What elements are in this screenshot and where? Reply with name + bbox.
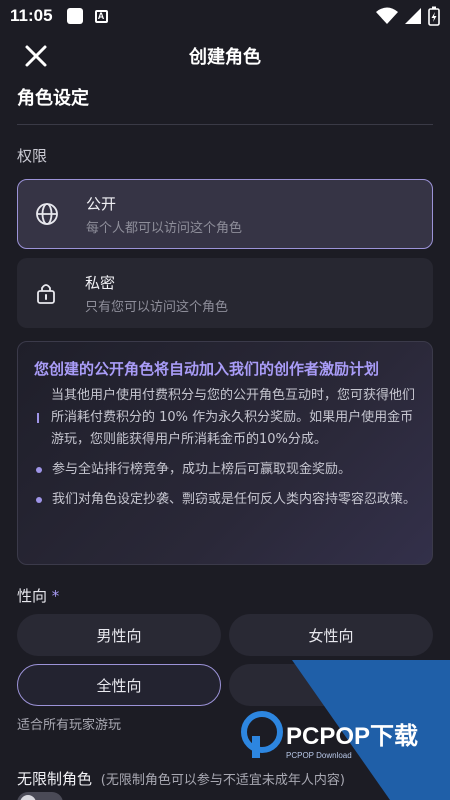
orientation-female-button[interactable]: 女性向 <box>229 614 433 656</box>
orientation-male-button[interactable]: 男性向 <box>17 614 221 656</box>
permission-desc: 只有您可以访问这个角色 <box>85 299 229 315</box>
permission-option-public[interactable]: 公开 每个人都可以访问这个角色 <box>17 179 433 249</box>
divider <box>17 124 433 125</box>
close-icon[interactable] <box>22 42 50 70</box>
watermark-brand: PCPOP下载 <box>286 723 418 750</box>
creator-incentive-info: 您创建的公开角色将自动加入我们的创作者激励计划 当其他用户使用付费积分与您的公开… <box>17 341 433 565</box>
unlimited-role-row: 无限制角色 (无限制角色可以参与不适宜未成年人内容) <box>17 768 345 789</box>
orientation-all-button[interactable]: 全性向 <box>17 664 221 706</box>
top-bar: 创建角色 <box>0 32 450 80</box>
status-icons <box>376 6 440 26</box>
page-title: 创建角色 <box>189 47 261 68</box>
orientation-label: 性向 * <box>17 587 60 605</box>
notification-icon <box>66 8 83 24</box>
globe-icon <box>36 203 58 225</box>
permission-label: 权限 <box>17 147 48 165</box>
lock-icon <box>37 284 55 304</box>
bullet-marker <box>36 467 42 473</box>
info-item: 参与全站排行榜竞争，成功上榜后可赢取现金奖励。 <box>34 459 416 481</box>
bullet-marker <box>37 413 39 423</box>
battery-icon <box>428 6 440 26</box>
permission-option-private[interactable]: 私密 只有您可以访问这个角色 <box>17 258 433 328</box>
info-headline: 您创建的公开角色将自动加入我们的创作者激励计划 <box>34 360 380 378</box>
section-title: 角色设定 <box>17 88 89 109</box>
permission-desc: 每个人都可以访问这个角色 <box>86 220 243 236</box>
toggle-knob <box>20 795 36 800</box>
bullet-marker <box>36 497 42 503</box>
wifi-icon <box>376 7 398 24</box>
info-item: 我们对角色设定抄袭、剽窃或是任何反人类内容持零容忍政策。 <box>34 489 416 511</box>
info-item: 当其他用户使用付费积分与您的公开角色互动时，您可获得他们所消耗付费积分的 10%… <box>34 385 416 451</box>
signal-icon <box>405 8 421 24</box>
status-bar: 11:05 A <box>0 0 450 32</box>
unlimited-label: 无限制角色 <box>17 770 93 788</box>
orientation-hint: 适合所有玩家游玩 <box>17 718 122 733</box>
permission-title: 私密 <box>85 273 116 292</box>
unlimited-note: (无限制角色可以参与不适宜未成年人内容) <box>100 773 345 788</box>
required-mark: * <box>51 587 60 605</box>
app-notification-icon: A <box>94 9 108 23</box>
watermark-sub: PCPOP Download <box>286 751 352 760</box>
status-time: 11:05 <box>10 6 53 25</box>
unlimited-toggle[interactable] <box>17 792 63 800</box>
permission-title: 公开 <box>86 194 117 213</box>
orientation-other-button[interactable] <box>229 664 433 706</box>
